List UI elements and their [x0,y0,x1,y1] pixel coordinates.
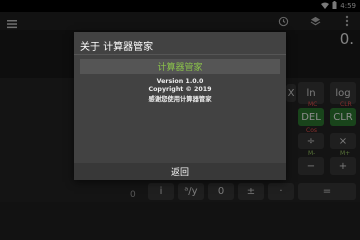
version-text: Version 1.0.0 [156,78,204,85]
app-name-banner: 计算器管家 [80,59,280,74]
thanks-text: 感谢您使用计算器管家 [148,96,212,103]
dialog-footer: 返回 [74,163,286,180]
dialog-title: 关于 计算器管家 [80,42,154,53]
back-button[interactable]: 返回 [74,163,286,180]
app-name-text: 计算器管家 [157,63,203,73]
about-dialog: 关于 计算器管家 计算器管家 Version 1.0.0 Copyright ©… [74,32,286,180]
dialog-divider [74,54,286,55]
copyright-text: Copyright © 2019 [148,86,212,93]
